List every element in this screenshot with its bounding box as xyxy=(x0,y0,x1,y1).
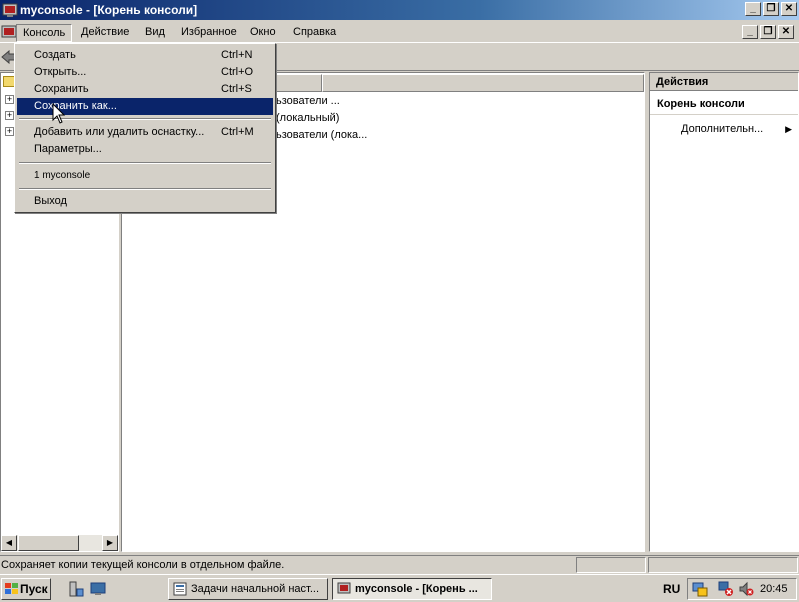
network-icon[interactable] xyxy=(692,581,708,597)
taskbar: Пуск Задачи начальной наст... myconsole … xyxy=(0,574,799,602)
scroll-left-icon[interactable]: ◀ xyxy=(1,535,17,551)
menu-separator xyxy=(19,188,271,190)
menu-item-label: Выход xyxy=(34,195,67,207)
menu-item-shortcut: Ctrl+S xyxy=(221,83,252,95)
plus-icon: + xyxy=(5,110,14,120)
actions-more-link[interactable]: Дополнительн... xyxy=(681,123,763,135)
menu-separator xyxy=(19,162,271,164)
submenu-arrow-icon: ▶ xyxy=(785,124,792,134)
clock[interactable]: 20:45 xyxy=(760,583,788,595)
window-controls: _ ❐ ✕ xyxy=(745,2,797,16)
window-title: myconsole - [Корень консоли] xyxy=(20,3,198,17)
plus-icon: + xyxy=(5,94,14,104)
console-menu-dropdown: Создать Ctrl+N Открыть... Ctrl+O Сохрани… xyxy=(14,43,276,213)
menu-item-shortcut: Ctrl+O xyxy=(221,66,254,78)
menu-item-label: Сохранить xyxy=(34,83,89,95)
child-minimize-button[interactable]: _ xyxy=(742,25,758,39)
system-tray: 20:45 xyxy=(687,578,797,600)
volume-muted-icon[interactable] xyxy=(738,581,754,597)
taskbar-item-initial-tasks[interactable]: Задачи начальной наст... xyxy=(168,578,328,600)
actions-pane: Действия Корень консоли Дополнительн... … xyxy=(649,72,799,552)
menu-favorites[interactable]: Избранное xyxy=(175,24,243,42)
close-button[interactable]: ✕ xyxy=(781,2,797,16)
taskbar-item-label: Задачи начальной наст... xyxy=(191,583,320,595)
menu-view[interactable]: Вид xyxy=(139,24,171,42)
list-item[interactable]: ьзователи ... xyxy=(276,95,340,107)
menu-item-label: Открыть... xyxy=(34,66,87,78)
menu-console[interactable]: Консоль xyxy=(16,24,73,42)
minimize-button[interactable]: _ xyxy=(745,2,761,16)
start-label: Пуск xyxy=(20,582,48,596)
actions-header: Действия xyxy=(650,73,798,91)
child-restore-button[interactable]: ❐ xyxy=(760,25,776,39)
menu-item-exit[interactable]: Выход xyxy=(17,193,273,210)
status-bar: Сохраняет копии текущей консоли в отдель… xyxy=(0,555,799,573)
menu-item-save[interactable]: Сохранить Ctrl+S xyxy=(17,81,273,98)
start-button[interactable]: Пуск xyxy=(1,578,51,600)
menu-item-shortcut: Ctrl+N xyxy=(221,49,253,61)
status-cell xyxy=(576,557,646,573)
mouse-pointer-icon xyxy=(52,103,66,124)
menu-window[interactable]: Окно xyxy=(244,24,282,42)
menu-item-open[interactable]: Открыть... Ctrl+O xyxy=(17,64,273,81)
title-bar: myconsole - [Корень консоли] _ ❐ ✕ xyxy=(0,0,799,20)
menu-item-label: Параметры... xyxy=(34,143,102,155)
plus-icon: + xyxy=(5,126,14,136)
tasks-window-icon xyxy=(173,582,187,596)
actions-section-title[interactable]: Корень консоли xyxy=(650,95,798,115)
menu-item-label: 1 myconsole xyxy=(34,170,91,181)
network-warning-icon[interactable] xyxy=(718,581,734,597)
status-cell xyxy=(648,557,798,573)
column-header-description[interactable] xyxy=(322,74,644,92)
menu-item-new[interactable]: Создать Ctrl+N xyxy=(17,47,273,64)
menu-item-options[interactable]: Параметры... xyxy=(17,141,273,158)
mmc-console-icon xyxy=(2,3,18,17)
menu-help[interactable]: Справка xyxy=(287,24,342,42)
windows-logo-icon xyxy=(5,583,18,594)
status-text: Сохраняет копии текущей консоли в отдель… xyxy=(1,559,285,571)
list-item[interactable]: (локальный) xyxy=(276,112,339,124)
mmc-console-icon xyxy=(337,582,351,594)
menu-action[interactable]: Действие xyxy=(75,24,135,42)
child-window-controls: _ ❐ ✕ xyxy=(742,25,794,39)
scroll-right-icon[interactable]: ▶ xyxy=(102,535,118,551)
menu-item-add-remove-snapin[interactable]: Добавить или удалить оснастку... Ctrl+M xyxy=(17,124,273,141)
server-manager-icon[interactable] xyxy=(68,581,84,597)
restore-button[interactable]: ❐ xyxy=(763,2,779,16)
horizontal-scrollbar[interactable]: ◀ ▶ xyxy=(1,535,118,551)
taskbar-item-myconsole[interactable]: myconsole - [Корень ... xyxy=(332,578,492,600)
menu-item-label: Создать xyxy=(34,49,76,61)
menu-bar: Консоль Действие Вид Избранное Окно Спра… xyxy=(0,21,799,43)
scroll-thumb[interactable] xyxy=(18,535,79,551)
taskbar-item-label: myconsole - [Корень ... xyxy=(355,583,478,595)
menu-item-shortcut: Ctrl+M xyxy=(221,126,254,138)
menu-item-label: Сохранить как... xyxy=(34,100,117,112)
list-item[interactable]: ьзователи (лока... xyxy=(276,129,367,141)
child-close-button[interactable]: ✕ xyxy=(778,25,794,39)
language-indicator[interactable]: RU xyxy=(663,582,680,596)
menu-item-recent-file[interactable]: 1 myconsole xyxy=(17,167,273,184)
show-desktop-icon[interactable] xyxy=(90,581,106,597)
console-document-icon[interactable] xyxy=(1,24,17,40)
menu-item-label: Добавить или удалить оснастку... xyxy=(34,126,205,138)
